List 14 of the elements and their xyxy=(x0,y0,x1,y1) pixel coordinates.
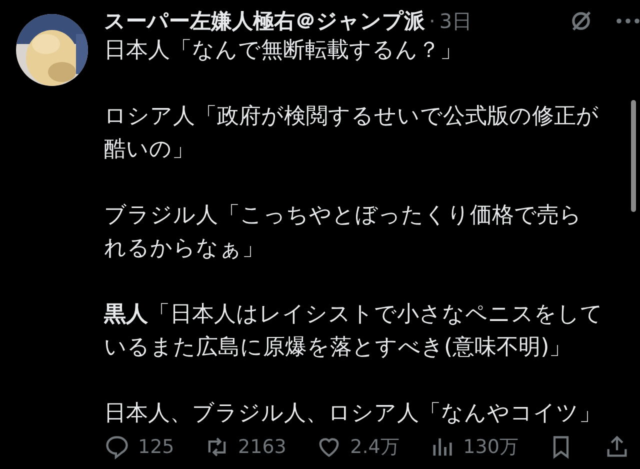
reply-button[interactable]: 125 xyxy=(104,434,174,460)
post-text: ブラジル人「こっちやとぼったくり価格で売られるからなぁ」 xyxy=(104,202,583,263)
post-text: 日本人、ブラジル人、ロシア人「なんやコイツ」 xyxy=(104,400,602,428)
repost-button[interactable]: 2163 xyxy=(204,434,286,460)
more-icon[interactable] xyxy=(616,18,640,24)
like-button[interactable]: 2.4万 xyxy=(316,434,400,460)
author-name[interactable]: スーパー左嫌人極右＠ジャンプ派 xyxy=(104,7,425,35)
post-text: 日本人「なんで無断転載するん？」 xyxy=(104,37,463,65)
views-button[interactable]: 130万 xyxy=(429,434,518,460)
post-text: ロシア人「政府が検閲するせいで公式版の修正が酷いの」 xyxy=(104,103,600,164)
post-time[interactable]: 3日 xyxy=(439,8,472,34)
separator-dot: · xyxy=(429,9,436,33)
speech-bubble-icon xyxy=(104,434,130,460)
post-text: 黒人「日本人はレイシストで小さなペニスをしているまた広島に原爆を落とすべき(意味不明)」 xyxy=(104,301,604,362)
